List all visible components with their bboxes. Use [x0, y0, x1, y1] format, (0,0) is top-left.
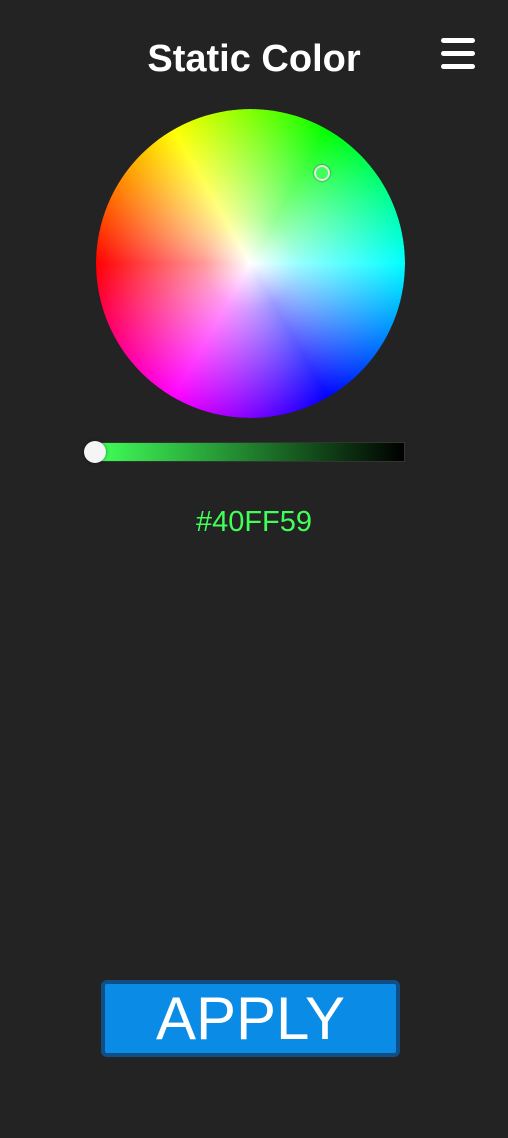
- hamburger-menu-icon[interactable]: [438, 36, 478, 72]
- brightness-slider[interactable]: [84, 441, 405, 463]
- color-wheel[interactable]: [96, 109, 405, 418]
- color-wheel-handle[interactable]: [314, 165, 330, 181]
- color-wheel-saturation: [96, 109, 405, 418]
- brightness-slider-track: [96, 442, 405, 462]
- apply-button[interactable]: APPLY: [101, 980, 400, 1057]
- color-hex-value: #40FF59: [195, 506, 313, 538]
- brightness-slider-thumb[interactable]: [84, 441, 106, 463]
- page-title: Static Color: [147, 38, 361, 80]
- static-color-screen: Static Color #40FF59 APPLY: [0, 0, 508, 1138]
